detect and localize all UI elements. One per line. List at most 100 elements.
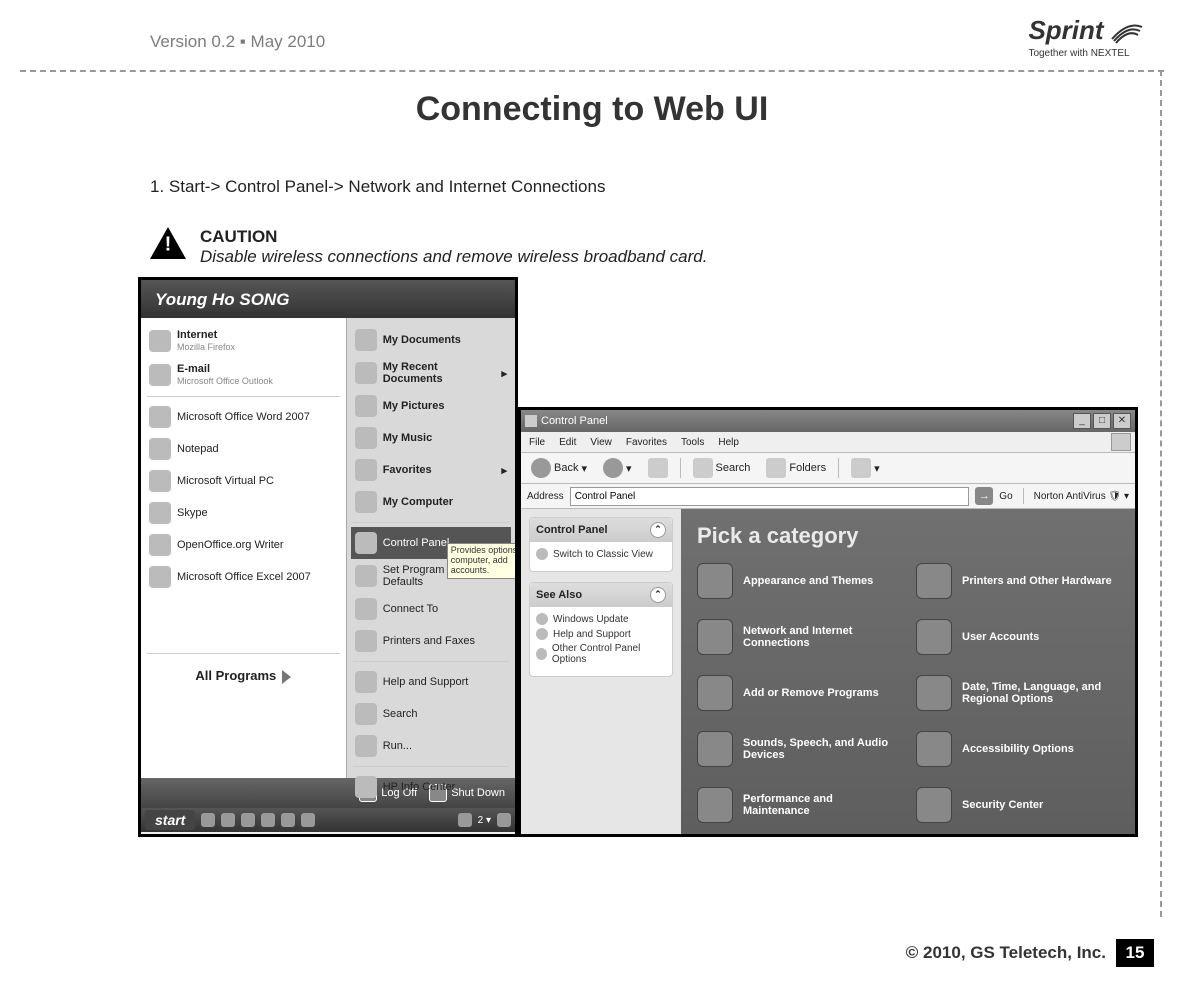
address-label: Address [527,491,564,502]
brand-name: Sprint [1028,15,1103,46]
vertical-divider [1160,70,1162,917]
info-icon [355,776,377,798]
category-user-accounts[interactable]: User Accounts [916,619,1119,655]
tray-icon[interactable] [281,813,295,827]
close-button[interactable]: ✕ [1113,413,1131,429]
page-footer: © 2010, GS Teletech, Inc. 15 [906,939,1154,967]
caution-text: CAUTION Disable wireless connections and… [200,227,707,267]
search-icon [693,458,713,478]
menu-file[interactable]: File [529,437,545,448]
window-titlebar: Control Panel _ □ ✕ [521,410,1135,432]
computer-icon [355,491,377,513]
sm-item-hp-info[interactable]: HP Info Center [351,771,511,803]
sm-item-email[interactable]: E-mailMicrosoft Office Outlook [145,358,342,392]
category-accessibility[interactable]: Accessibility Options [916,731,1119,767]
firefox-icon [149,330,171,352]
datetime-icon [916,675,952,711]
menu-tools[interactable]: Tools [681,437,704,448]
address-bar: Address → Go Norton AntiVirus 🛡 ▾ [521,484,1135,509]
caution-label: CAUTION [200,227,277,246]
category-date-time[interactable]: Date, Time, Language, and Regional Optio… [916,675,1119,711]
sm-item-virtualpc[interactable]: Microsoft Virtual PC [145,465,342,497]
folders-button[interactable]: Folders [762,456,830,480]
menu-help[interactable]: Help [718,437,739,448]
category-sounds[interactable]: Sounds, Speech, and Audio Devices [697,731,900,767]
address-input[interactable] [570,487,970,506]
search-button[interactable]: Search [689,456,755,480]
arrow-right-icon [282,670,291,684]
collapse-icon[interactable]: ⌃ [650,522,666,538]
folder-icon [355,395,377,417]
control-panel-icon [525,415,537,427]
sm-item-excel[interactable]: Microsoft Office Excel 2007 [145,561,342,593]
menu-view[interactable]: View [590,437,612,448]
side-panel-control-panel: Control Panel⌃ Switch to Classic View [529,517,673,572]
views-icon [851,458,871,478]
brand-wing-icon [1110,19,1144,50]
category-security[interactable]: Security Center [916,787,1119,823]
sm-item-openoffice[interactable]: OpenOffice.org Writer [145,529,342,561]
other-options-link[interactable]: Other Control Panel Options [536,643,666,665]
sm-item-run[interactable]: Run... [351,730,511,762]
control-panel-icon [355,532,377,554]
category-network[interactable]: Network and Internet Connections [697,619,900,655]
tray-icon[interactable] [221,813,235,827]
sm-item-mydocs[interactable]: My Documents [351,324,511,356]
sm-item-internet[interactable]: InternetMozilla Firefox [145,324,342,358]
page-title: Connecting to Web UI [0,90,1184,129]
back-button[interactable]: Back ▾ [527,456,591,480]
toolbar: Back ▾ ▾ Search Folders ▾ [521,453,1135,484]
run-icon [355,735,377,757]
help-icon [536,628,548,640]
caution-icon [150,227,186,259]
copyright: © 2010, GS Teletech, Inc. [906,943,1106,963]
go-button[interactable]: → [975,487,993,505]
help-support-link[interactable]: Help and Support [536,628,666,640]
sm-item-mycomputer[interactable]: My Computer [351,486,511,518]
tray-icon[interactable] [261,813,275,827]
windows-update-link[interactable]: Windows Update [536,613,666,625]
sm-item-word[interactable]: Microsoft Office Word 2007 [145,401,342,433]
taskbar: start 2 ▾ [141,808,515,832]
menu-edit[interactable]: Edit [559,437,576,448]
sm-item-search[interactable]: Search [351,698,511,730]
menu-favorites[interactable]: Favorites [626,437,667,448]
network-icon [697,619,733,655]
category-add-remove[interactable]: Add or Remove Programs [697,675,900,711]
step-1: 1. Start-> Control Panel-> Network and I… [150,177,1184,197]
up-button[interactable] [644,456,672,480]
start-menu-left-column: InternetMozilla Firefox E-mailMicrosoft … [141,318,347,778]
category-performance[interactable]: Performance and Maintenance [697,787,900,823]
sm-item-notepad[interactable]: Notepad [145,433,342,465]
minimize-button[interactable]: _ [1073,413,1091,429]
norton-toolbar[interactable]: Norton AntiVirus 🛡 ▾ [1034,491,1129,502]
tray-icon[interactable] [241,813,255,827]
sm-item-printers[interactable]: Printers and Faxes [351,625,511,657]
maximize-button[interactable]: □ [1093,413,1111,429]
security-icon [916,787,952,823]
category-appearance[interactable]: Appearance and Themes [697,563,900,599]
sm-item-help[interactable]: Help and Support [351,666,511,698]
switch-classic-view-link[interactable]: Switch to Classic View [536,548,666,560]
tray-icon[interactable] [201,813,215,827]
network-icon [355,598,377,620]
tray-icon[interactable] [301,813,315,827]
sm-item-favorites[interactable]: Favorites▸ [351,454,511,486]
tray-icon[interactable] [458,813,472,827]
sm-item-connect-to[interactable]: Connect To [351,593,511,625]
users-icon [916,619,952,655]
sm-item-pictures[interactable]: My Pictures [351,390,511,422]
sm-item-skype[interactable]: Skype [145,497,342,529]
sm-item-recent[interactable]: My Recent Documents▸ [351,356,511,390]
all-programs[interactable]: All Programs [145,658,342,694]
forward-button[interactable]: ▾ [599,456,636,480]
category-printers[interactable]: Printers and Other Hardware [916,563,1119,599]
views-button[interactable]: ▾ [847,456,884,480]
page-number: 15 [1116,939,1154,967]
main-panel: Pick a category Appearance and Themes Pr… [681,509,1135,837]
start-button[interactable]: start [145,810,195,830]
collapse-icon[interactable]: ⌃ [650,587,666,603]
sm-item-music[interactable]: My Music [351,422,511,454]
word-icon [149,406,171,428]
tray-icon[interactable] [497,813,511,827]
